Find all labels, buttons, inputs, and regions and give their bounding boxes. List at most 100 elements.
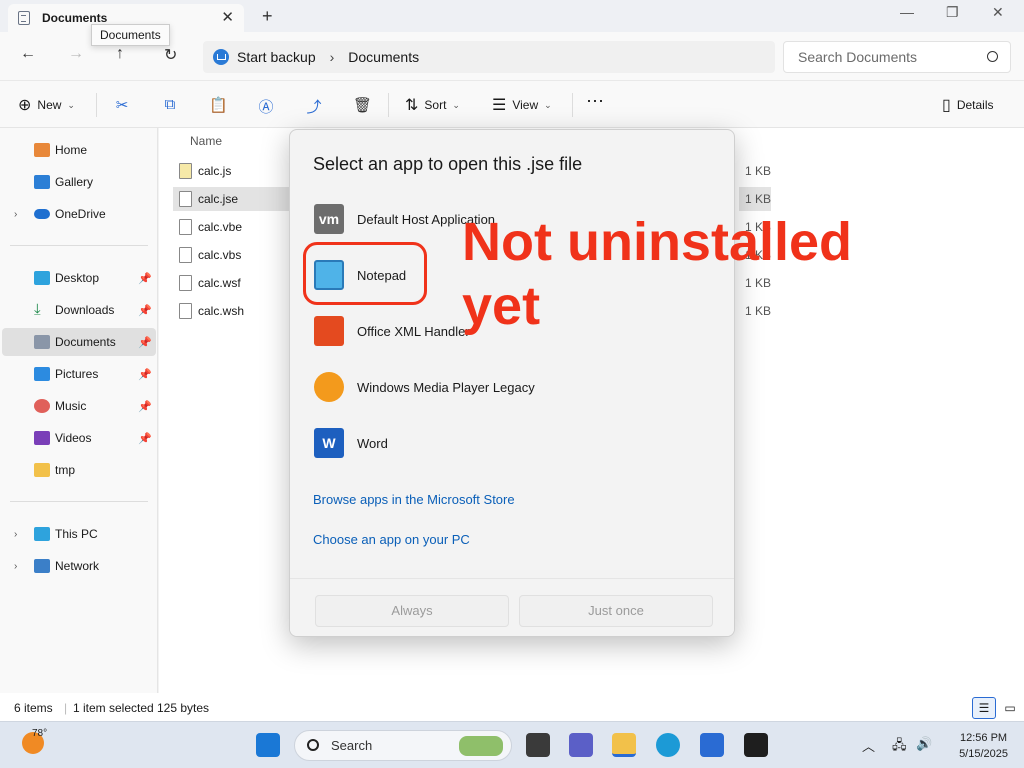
volume-icon[interactable]: 🔊 bbox=[916, 736, 932, 752]
temperature: 78° bbox=[32, 728, 48, 739]
sidebar-item-desktop[interactable]: Desktop 📌 bbox=[2, 264, 156, 292]
sidebar-item-music[interactable]: Music 📌 bbox=[2, 392, 156, 420]
plus-icon: ⊕ bbox=[18, 97, 32, 114]
item-count: 6 items bbox=[14, 701, 53, 715]
chevron-right-icon: › bbox=[329, 49, 335, 65]
pin-icon[interactable]: 📌 bbox=[138, 272, 152, 285]
sidebar-item-this-pc[interactable]: › This PC bbox=[2, 520, 156, 548]
details-view-icon[interactable]: ☰ bbox=[972, 697, 996, 719]
file-row-selected[interactable]: calc.jse bbox=[173, 187, 293, 211]
sidebar-item-network[interactable]: › Network bbox=[2, 552, 156, 580]
search-input[interactable]: Search Documents bbox=[783, 41, 1011, 73]
sidebar-item-home[interactable]: Home bbox=[2, 136, 156, 164]
word-icon: W bbox=[314, 428, 344, 458]
tiles-view-icon[interactable]: ▭ bbox=[998, 697, 1022, 719]
edge-icon[interactable] bbox=[656, 733, 680, 757]
more-options-icon[interactable]: ⋯ bbox=[586, 91, 604, 112]
view-button[interactable]: ☰ View ⌄ bbox=[492, 95, 552, 115]
close-tab-icon[interactable]: ✕ bbox=[221, 8, 234, 26]
new-tab-icon[interactable]: + bbox=[262, 6, 273, 27]
store-link[interactable]: Browse apps in the Microsoft Store bbox=[313, 492, 515, 507]
app-label: Office XML Handler bbox=[357, 323, 470, 339]
choose-app-link[interactable]: Choose an app on your PC bbox=[313, 532, 470, 547]
pin-icon[interactable]: 📌 bbox=[138, 400, 152, 413]
share-icon[interactable]: ⤴ bbox=[305, 96, 323, 116]
pin-icon[interactable]: 📌 bbox=[138, 336, 152, 349]
address-bar[interactable]: Start backup › Documents bbox=[203, 41, 775, 73]
date: 5/15/2025 bbox=[959, 748, 1008, 760]
sidebar-item-documents[interactable]: Documents 📌 bbox=[2, 328, 156, 356]
restore-icon[interactable]: ❐ bbox=[946, 4, 959, 21]
file-icon bbox=[179, 191, 192, 207]
selection-size: 125 bytes bbox=[157, 701, 210, 715]
sidebar-item-videos[interactable]: Videos 📌 bbox=[2, 424, 156, 452]
chevron-down-icon: ⌄ bbox=[452, 99, 460, 110]
new-button[interactable]: ⊕ New ⌄ bbox=[18, 95, 75, 115]
pin-icon[interactable]: 📌 bbox=[138, 304, 152, 317]
details-button[interactable]: ▯ Details bbox=[942, 95, 994, 115]
sidebar-item-gallery[interactable]: Gallery bbox=[2, 168, 156, 196]
pictures-icon bbox=[34, 367, 50, 381]
divider bbox=[10, 245, 148, 246]
file-icon bbox=[179, 303, 192, 319]
chevron-right-icon[interactable]: › bbox=[14, 561, 17, 572]
rename-icon[interactable]: Ⓐ bbox=[257, 96, 275, 116]
sidebar-item-label: OneDrive bbox=[55, 207, 106, 221]
details-label: Details bbox=[956, 98, 994, 112]
chevron-right-icon[interactable]: › bbox=[14, 529, 17, 540]
forward-icon[interactable]: → bbox=[68, 45, 84, 63]
sidebar-item-tmp[interactable]: tmp bbox=[2, 456, 156, 484]
delete-icon[interactable]: 🗑 bbox=[353, 96, 372, 114]
details-pane-icon: ▯ bbox=[942, 97, 951, 114]
breadcrumb-documents[interactable]: Documents bbox=[348, 49, 419, 65]
back-icon[interactable]: ← bbox=[20, 45, 36, 63]
documents-icon bbox=[18, 11, 30, 25]
paste-icon[interactable]: 📋 bbox=[209, 96, 228, 114]
app-option-word[interactable]: W Word bbox=[290, 421, 734, 465]
app-option-media-player[interactable]: Windows Media Player Legacy bbox=[290, 365, 734, 409]
terminal-icon[interactable] bbox=[744, 733, 768, 757]
documents-icon bbox=[34, 335, 50, 349]
task-view-icon[interactable] bbox=[526, 733, 550, 757]
refresh-icon[interactable]: ↻ bbox=[164, 45, 177, 65]
sidebar-item-onedrive[interactable]: › OneDrive bbox=[2, 200, 156, 228]
clock[interactable]: 12:56 PM 5/15/2025 bbox=[959, 730, 1008, 762]
breadcrumb-start-backup[interactable]: Start backup bbox=[237, 49, 316, 65]
sidebar-item-downloads[interactable]: ⤓ Downloads 📌 bbox=[2, 296, 156, 324]
chevron-down-icon: ⌄ bbox=[544, 99, 552, 110]
file-explorer-icon[interactable] bbox=[612, 733, 636, 757]
media-player-icon bbox=[314, 372, 344, 402]
cut-icon[interactable]: ✂ bbox=[113, 96, 131, 114]
copy-icon[interactable]: ⧉ bbox=[161, 96, 179, 114]
chevron-right-icon[interactable]: › bbox=[14, 209, 17, 220]
sidebar-item-label: This PC bbox=[55, 527, 98, 541]
sidebar-item-label: tmp bbox=[55, 463, 76, 477]
pin-icon[interactable]: 📌 bbox=[138, 432, 152, 445]
store-icon[interactable] bbox=[700, 733, 724, 757]
close-window-icon[interactable]: ✕ bbox=[992, 4, 1004, 21]
always-button[interactable]: Always bbox=[315, 595, 509, 627]
taskbar-search[interactable]: Search bbox=[294, 730, 512, 761]
network-tray-icon[interactable]: 🖧 bbox=[892, 736, 907, 758]
folder-icon bbox=[34, 463, 50, 477]
start-icon[interactable] bbox=[256, 733, 280, 757]
minimize-icon[interactable]: — bbox=[900, 4, 914, 20]
file-name: calc.vbe bbox=[198, 220, 243, 234]
dialog-footer: Always Just once bbox=[290, 578, 734, 636]
sort-button[interactable]: ⇅ Sort ⌄ bbox=[405, 95, 460, 115]
sidebar-item-pictures[interactable]: Pictures 📌 bbox=[2, 360, 156, 388]
network-icon bbox=[34, 559, 50, 573]
sidebar-item-label: Music bbox=[55, 399, 87, 413]
videos-icon bbox=[34, 431, 50, 445]
column-header-name[interactable]: Name bbox=[190, 134, 222, 148]
selection-count: 1 item selected bbox=[73, 701, 154, 715]
up-icon[interactable]: ↑ bbox=[116, 45, 124, 63]
gallery-icon bbox=[34, 175, 50, 189]
view-label: View bbox=[512, 98, 539, 112]
sidebar-item-label: Desktop bbox=[55, 271, 100, 285]
pin-icon[interactable]: 📌 bbox=[138, 368, 152, 381]
chevron-up-icon[interactable]: ︿ bbox=[862, 736, 875, 755]
teams-icon[interactable] bbox=[569, 733, 593, 757]
file-name: calc.vbs bbox=[198, 248, 242, 262]
just-once-button[interactable]: Just once bbox=[519, 595, 713, 627]
